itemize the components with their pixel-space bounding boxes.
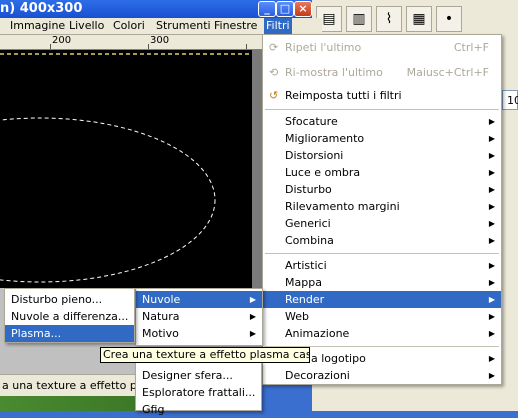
- menu-item-generici[interactable]: Generici ▶: [263, 215, 501, 232]
- menu-item-reset-all[interactable]: ↺ Reimposta tutti i filtri: [263, 87, 501, 104]
- dock-tab-strip: ▤ ▥ ⌇ ▦ •: [316, 6, 466, 34]
- menu-item-combina[interactable]: Combina ▶: [263, 232, 501, 249]
- menu-item-label: Combina: [285, 234, 334, 247]
- menu-item-gfig[interactable]: Gfig: [136, 401, 261, 418]
- close-button[interactable]: ×: [294, 1, 312, 17]
- menu-item-animazione[interactable]: Animazione ▶: [263, 325, 501, 342]
- submenu-arrow-icon: ▶: [249, 295, 256, 304]
- render-submenu-lower: Designer sfera... Esploratore frattali..…: [135, 362, 262, 416]
- tooltip: Crea una texture a effetto plasma casual…: [100, 347, 310, 363]
- menu-item-web[interactable]: Web ▶: [263, 308, 501, 325]
- submenu-arrow-icon: ▶: [249, 312, 256, 321]
- paths-icon[interactable]: ⌇: [376, 6, 402, 32]
- menu-item-nuvole[interactable]: Nuvole ▶: [136, 291, 262, 308]
- menu-item-label: Miglioramento: [285, 132, 365, 145]
- submenu-arrow-icon: ▶: [488, 312, 495, 321]
- menu-item-label: Render: [285, 293, 325, 306]
- menu-item-miglioramento[interactable]: Miglioramento ▶: [263, 130, 501, 147]
- menu-separator: [265, 109, 499, 110]
- reset-icon: ↺: [269, 89, 279, 102]
- menu-item-label: Artistici: [285, 259, 327, 272]
- menu-item-label: a logotipo: [311, 352, 366, 365]
- menu-item-designer-sfera[interactable]: Designer sfera...: [136, 367, 261, 384]
- menu-item-label: Gfig: [142, 403, 165, 416]
- menu-item-decorazioni[interactable]: Decorazioni ▶: [263, 367, 501, 384]
- menu-item-plasma[interactable]: Plasma...: [5, 325, 134, 342]
- menu-item-label: Motivo: [142, 327, 179, 340]
- menu-item-label: Generici: [285, 217, 331, 230]
- menu-separator: [265, 253, 499, 254]
- menu-item-rilevamento-margini[interactable]: Rilevamento margini ▶: [263, 198, 501, 215]
- menu-item-label: Disturbo: [285, 183, 332, 196]
- submenu-arrow-icon: ▶: [488, 151, 495, 160]
- submenu-arrow-icon: ▶: [488, 202, 495, 211]
- menu-item-label: Designer sfera...: [142, 369, 233, 382]
- menu-item-label: Sfocature: [285, 115, 338, 128]
- tooltip-text: Crea una texture a effetto plasma casual…: [103, 348, 310, 361]
- menu-item-label: Web: [285, 310, 309, 323]
- submenu-arrow-icon: ▶: [488, 329, 495, 338]
- menu-item-label: Rilevamento margini: [285, 200, 400, 213]
- image-canvas[interactable]: [0, 50, 252, 288]
- menu-item-label: Animazione: [285, 327, 350, 340]
- menu-item-label: Decorazioni: [285, 369, 350, 382]
- menu-item-esploratore-frattali[interactable]: Esploratore frattali...: [136, 384, 261, 401]
- selection-outline: [0, 53, 252, 283]
- watermark-logo: [20, 32, 470, 78]
- menu-item-label: Mappa: [285, 276, 322, 289]
- menu-item-label: Disturbo pieno...: [11, 293, 103, 306]
- filters-menu: ⟳ Ripeti l'ultimo Ctrl+F ⟲ Ri-mostra l'u…: [262, 34, 502, 385]
- maximize-button[interactable]: □: [276, 1, 294, 17]
- size-field[interactable]: 10: [502, 90, 518, 110]
- menu-item-disturbo[interactable]: Disturbo ▶: [263, 181, 501, 198]
- submenu-arrow-icon: ▶: [488, 371, 495, 380]
- submenu-arrow-icon: ▶: [488, 278, 495, 287]
- menu-item-mappa[interactable]: Mappa ▶: [263, 274, 501, 291]
- menu-item-artistici[interactable]: Artistici ▶: [263, 257, 501, 274]
- submenu-arrow-icon: ▶: [488, 134, 495, 143]
- submenu-arrow-icon: ▶: [488, 354, 495, 363]
- submenu-arrow-icon: ▶: [488, 168, 495, 177]
- menu-item-sfocature[interactable]: Sfocature ▶: [263, 113, 501, 130]
- minimize-button[interactable]: _: [258, 1, 276, 17]
- submenu-arrow-icon: ▶: [488, 185, 495, 194]
- menu-item-label: Luce e ombra: [285, 166, 361, 179]
- menu-item-label: Reimposta tutti i filtri: [285, 89, 402, 102]
- menu-item-label: Natura: [142, 310, 180, 323]
- menu-item-label: Nuvole a differenza...: [11, 310, 129, 323]
- submenu-arrow-icon: ▶: [488, 236, 495, 245]
- menu-item-label: Esploratore frattali...: [142, 386, 256, 399]
- render-submenu: Nuvole ▶ Natura ▶ Motivo ▶: [135, 288, 263, 346]
- menu-item-natura[interactable]: Natura ▶: [136, 308, 262, 325]
- submenu-arrow-icon: ▶: [488, 219, 495, 228]
- submenu-arrow-icon: ▶: [249, 329, 256, 338]
- menu-item-motivo[interactable]: Motivo ▶: [136, 325, 262, 342]
- window-title: n) 400x300: [0, 1, 83, 16]
- menu-item-nuvole-differenza[interactable]: Nuvole a differenza...: [5, 308, 134, 325]
- menu-item-distorsioni[interactable]: Distorsioni ▶: [263, 147, 501, 164]
- menu-item-label: Plasma...: [11, 327, 62, 340]
- submenu-arrow-icon: ▶: [488, 261, 495, 270]
- window-titlebar: n) 400x300 _ □ ×: [0, 0, 312, 18]
- menu-item-label: Distorsioni: [285, 149, 344, 162]
- menu-item-render[interactable]: Render ▶: [263, 291, 501, 308]
- menu-item-luce-e-ombra[interactable]: Luce e ombra ▶: [263, 164, 501, 181]
- channels-icon[interactable]: ▥: [346, 6, 372, 32]
- nuvole-submenu: Disturbo pieno... Nuvole a differenza...…: [4, 288, 135, 343]
- menu-item-disturbo-pieno[interactable]: Disturbo pieno...: [5, 291, 134, 308]
- submenu-arrow-icon: ▶: [488, 117, 495, 126]
- menu-item-label: Nuvole: [142, 293, 181, 306]
- size-field-value: 10: [507, 94, 518, 107]
- submenu-arrow-icon: ▶: [488, 295, 495, 304]
- canvas-border: [252, 50, 262, 288]
- palette-icon[interactable]: ▦: [406, 6, 432, 32]
- indexed-icon[interactable]: •: [436, 6, 462, 32]
